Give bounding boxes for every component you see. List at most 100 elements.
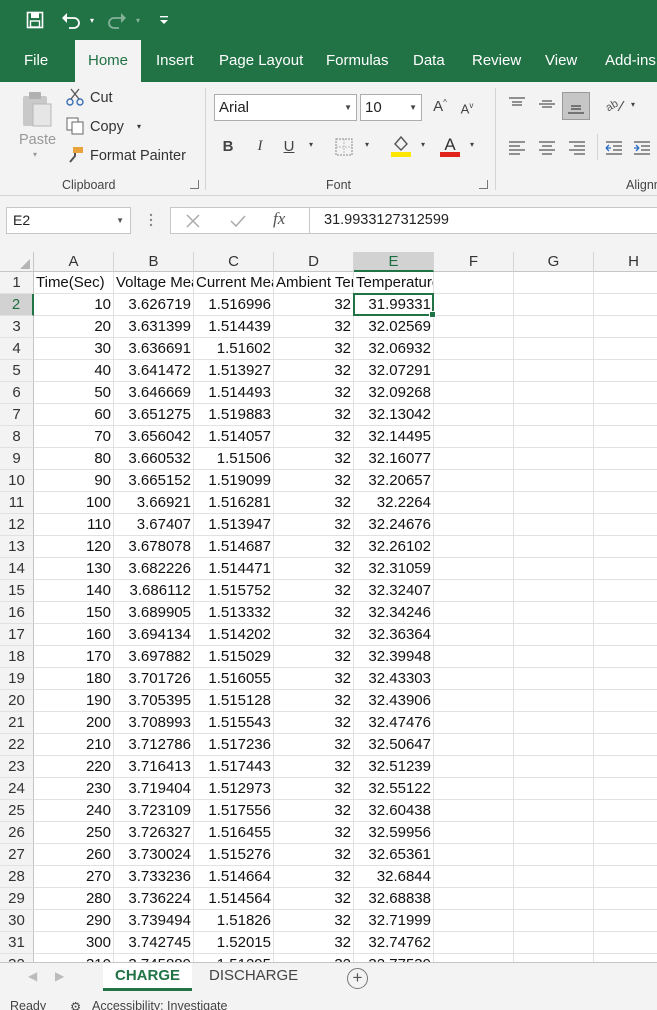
data-cell[interactable]: 3.636691 <box>114 338 194 360</box>
data-cell[interactable]: 3.742745 <box>114 932 194 954</box>
data-cell[interactable]: 3.697882 <box>114 646 194 668</box>
row-header[interactable]: 9 <box>0 448 34 470</box>
data-cell[interactable]: 1.515752 <box>194 580 274 602</box>
data-cell[interactable]: 1.516055 <box>194 668 274 690</box>
row-header[interactable]: 15 <box>0 580 34 602</box>
empty-cell[interactable] <box>594 866 657 888</box>
row-header[interactable]: 30 <box>0 910 34 932</box>
empty-cell[interactable] <box>434 536 514 558</box>
empty-cell[interactable] <box>594 382 657 404</box>
data-cell[interactable]: 280 <box>34 888 114 910</box>
tab-review[interactable]: Review <box>460 40 533 82</box>
data-cell[interactable]: 270 <box>34 866 114 888</box>
row-header[interactable]: 14 <box>0 558 34 580</box>
data-cell[interactable]: 32 <box>274 492 354 514</box>
insert-function-icon[interactable]: fx <box>273 209 295 231</box>
row-header[interactable]: 8 <box>0 426 34 448</box>
empty-cell[interactable] <box>514 844 594 866</box>
data-cell[interactable]: 32.06932 <box>354 338 434 360</box>
data-cell[interactable]: 1.514057 <box>194 426 274 448</box>
data-cell[interactable]: 230 <box>34 778 114 800</box>
data-cell[interactable]: 32 <box>274 954 354 962</box>
empty-cell[interactable] <box>514 712 594 734</box>
column-header-f[interactable]: F <box>434 252 514 272</box>
data-cell[interactable]: 32 <box>274 426 354 448</box>
empty-cell[interactable] <box>514 514 594 536</box>
add-sheet-icon[interactable]: + <box>347 968 368 989</box>
font-color-dropdown-chevron-icon[interactable]: ▾ <box>467 140 477 149</box>
orientation-icon[interactable]: ab <box>604 96 626 114</box>
column-header-g[interactable]: G <box>514 252 594 272</box>
formula-bar-grip-icon[interactable] <box>148 212 154 228</box>
data-cell[interactable]: 32 <box>274 382 354 404</box>
empty-cell[interactable] <box>514 910 594 932</box>
data-cell[interactable]: 32.02569 <box>354 316 434 338</box>
empty-cell[interactable] <box>514 580 594 602</box>
data-cell[interactable]: 3.730024 <box>114 844 194 866</box>
copy-button[interactable]: Copy <box>90 119 124 135</box>
row-header[interactable]: 21 <box>0 712 34 734</box>
empty-cell[interactable] <box>514 338 594 360</box>
data-cell[interactable]: 32.74762 <box>354 932 434 954</box>
data-cell[interactable]: 32 <box>274 580 354 602</box>
redo-icon[interactable] <box>106 8 128 32</box>
data-cell[interactable]: 130 <box>34 558 114 580</box>
empty-cell[interactable] <box>594 360 657 382</box>
data-cell[interactable]: 3.631399 <box>114 316 194 338</box>
data-cell[interactable]: 1.513947 <box>194 514 274 536</box>
borders-icon[interactable] <box>335 138 353 156</box>
data-cell[interactable]: 3.739494 <box>114 910 194 932</box>
empty-cell[interactable] <box>514 470 594 492</box>
row-header[interactable]: 2 <box>0 294 34 316</box>
data-cell[interactable]: 32 <box>274 756 354 778</box>
align-center-icon[interactable] <box>537 140 557 156</box>
row-header[interactable]: 25 <box>0 800 34 822</box>
data-cell[interactable]: 1.517236 <box>194 734 274 756</box>
sheet-tab-discharge[interactable]: DISCHARGE <box>197 963 310 991</box>
scroll-left-icon[interactable]: ◀ <box>28 969 37 983</box>
empty-cell[interactable] <box>594 558 657 580</box>
accessibility-status[interactable]: Accessibility: Investigate <box>92 999 227 1010</box>
orientation-dropdown-chevron-icon[interactable]: ▾ <box>628 100 638 109</box>
data-cell[interactable]: 90 <box>34 470 114 492</box>
data-cell[interactable]: 3.689905 <box>114 602 194 624</box>
column-header-h[interactable]: H <box>594 252 657 272</box>
data-cell[interactable]: 260 <box>34 844 114 866</box>
customize-toolbar-icon[interactable] <box>156 8 172 32</box>
underline-dropdown-chevron-icon[interactable]: ▾ <box>306 140 316 149</box>
header-cell[interactable] <box>594 272 657 294</box>
row-header[interactable]: 1 <box>0 272 34 294</box>
empty-cell[interactable] <box>434 910 514 932</box>
data-cell[interactable]: 32 <box>274 558 354 580</box>
empty-cell[interactable] <box>434 426 514 448</box>
data-cell[interactable]: 1.517443 <box>194 756 274 778</box>
data-cell[interactable]: 1.515128 <box>194 690 274 712</box>
data-cell[interactable]: 20 <box>34 316 114 338</box>
empty-cell[interactable] <box>594 624 657 646</box>
data-cell[interactable]: 32.34246 <box>354 602 434 624</box>
name-box[interactable]: E2 ▼ <box>6 207 131 234</box>
row-header[interactable]: 27 <box>0 844 34 866</box>
data-cell[interactable]: 32 <box>274 910 354 932</box>
empty-cell[interactable] <box>434 580 514 602</box>
data-cell[interactable]: 1.51295 <box>194 954 274 962</box>
empty-cell[interactable] <box>594 932 657 954</box>
data-cell[interactable]: 50 <box>34 382 114 404</box>
data-cell[interactable]: 3.745889 <box>114 954 194 962</box>
data-cell[interactable]: 1.514564 <box>194 888 274 910</box>
column-header-c[interactable]: C <box>194 252 274 272</box>
data-cell[interactable]: 3.660532 <box>114 448 194 470</box>
empty-cell[interactable] <box>594 778 657 800</box>
row-header[interactable]: 4 <box>0 338 34 360</box>
empty-cell[interactable] <box>514 954 594 962</box>
data-cell[interactable]: 3.705395 <box>114 690 194 712</box>
data-cell[interactable]: 200 <box>34 712 114 734</box>
accessibility-icon[interactable]: ⚙ <box>70 999 81 1010</box>
paste-dropdown-chevron-icon[interactable]: ▾ <box>33 150 37 159</box>
row-header[interactable]: 16 <box>0 602 34 624</box>
empty-cell[interactable] <box>434 668 514 690</box>
data-cell[interactable]: 1.52015 <box>194 932 274 954</box>
empty-cell[interactable] <box>594 448 657 470</box>
data-cell[interactable]: 32 <box>274 514 354 536</box>
empty-cell[interactable] <box>594 712 657 734</box>
